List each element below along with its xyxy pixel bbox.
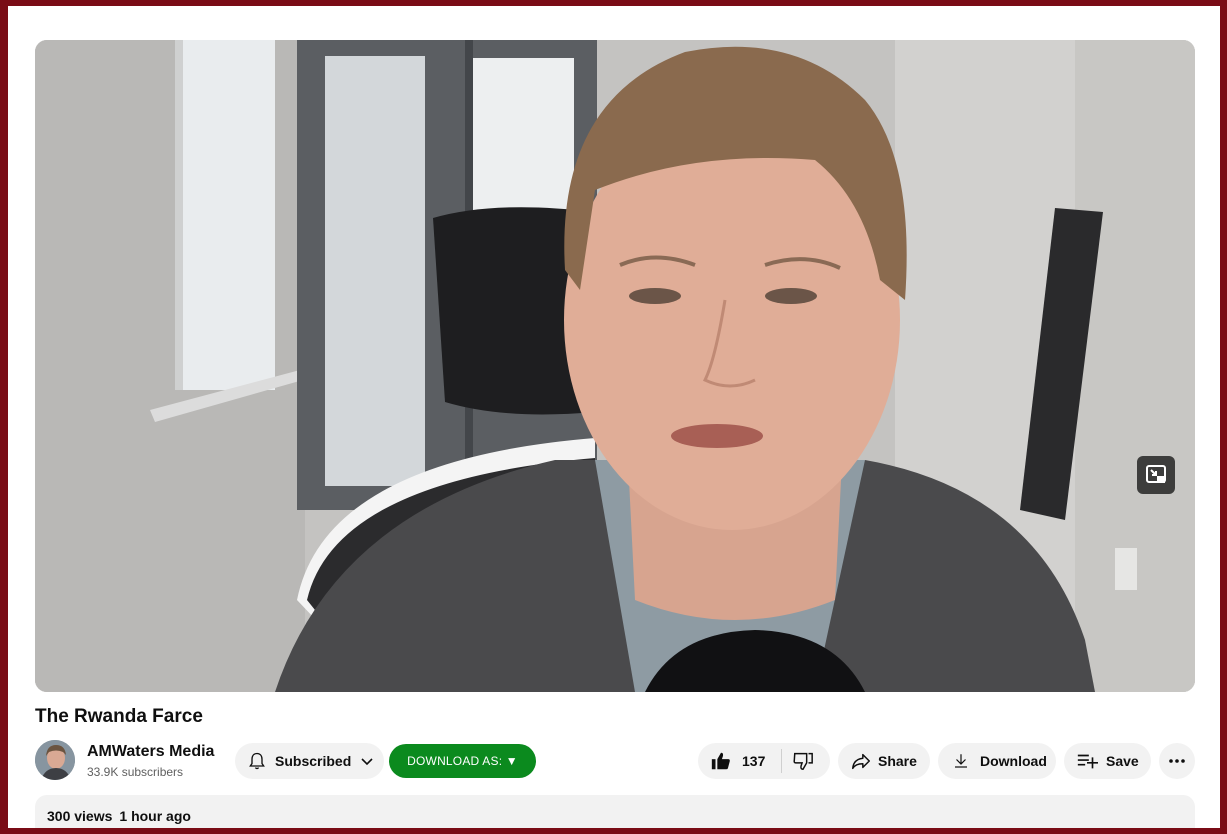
download-as-button[interactable]: DOWNLOAD AS: ▼ xyxy=(389,744,536,778)
miniplayer-button[interactable] xyxy=(1137,456,1175,494)
download-icon xyxy=(955,754,967,768)
like-dislike-group: 137 xyxy=(698,743,830,779)
video-title: The Rwanda Farce xyxy=(35,706,203,727)
chevron-down-icon xyxy=(361,758,373,766)
like-count: 137 xyxy=(742,753,766,769)
youtube-watch-page: The Rwanda Farce AMWaters Media 33.9K su… xyxy=(8,6,1220,828)
miniplayer-icon xyxy=(1146,465,1166,483)
save-label: Save xyxy=(1106,753,1139,769)
channel-avatar[interactable] xyxy=(35,740,75,780)
upload-time: 1 hour ago xyxy=(119,808,191,824)
description-box[interactable] xyxy=(35,795,1195,828)
avatar-image xyxy=(35,740,75,780)
save-button[interactable]: Save xyxy=(1064,743,1151,779)
download-label: Download xyxy=(980,753,1047,769)
thumbs-down-icon xyxy=(793,752,814,770)
download-button[interactable]: Download xyxy=(938,743,1056,779)
bell-icon xyxy=(249,752,265,770)
dislike-button[interactable] xyxy=(792,750,814,772)
more-horizontal-icon xyxy=(1169,759,1185,763)
share-icon xyxy=(852,753,870,770)
subscriber-count: 33.9K subscribers xyxy=(87,765,184,779)
thumbs-up-icon[interactable] xyxy=(710,750,732,772)
like-divider xyxy=(781,749,783,773)
more-actions-button[interactable] xyxy=(1159,743,1195,779)
playlist-add-icon xyxy=(1077,754,1098,769)
video-frame xyxy=(35,40,1195,692)
subscribed-button[interactable]: Subscribed xyxy=(235,743,384,779)
subscribed-label: Subscribed xyxy=(275,753,352,769)
share-label: Share xyxy=(878,753,917,769)
channel-name[interactable]: AMWaters Media xyxy=(87,743,214,761)
view-stats: 300 views 1 hour ago xyxy=(47,808,191,824)
share-button[interactable]: Share xyxy=(838,743,930,779)
video-player[interactable] xyxy=(35,40,1195,692)
view-count: 300 views xyxy=(47,808,113,824)
